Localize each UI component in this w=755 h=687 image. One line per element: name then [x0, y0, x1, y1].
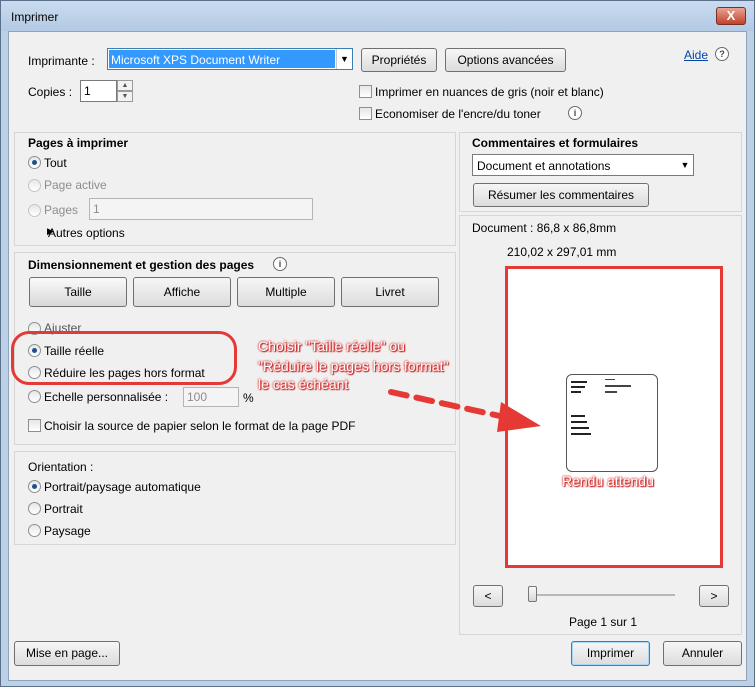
pages-all-label: Tout	[44, 156, 67, 170]
summarize-comments-button[interactable]: Résumer les commentaires	[473, 183, 649, 207]
tab-booklet[interactable]: Livret	[341, 277, 439, 307]
close-button[interactable]: X	[716, 7, 746, 25]
callout-text-line3: le cas échéant	[258, 376, 349, 392]
comments-selected-value: Document et annotations	[477, 159, 611, 173]
pages-range-input[interactable]: 1	[89, 198, 313, 220]
orientation-landscape-label: Paysage	[44, 524, 91, 538]
expected-render-label: Rendu attendu	[562, 473, 654, 489]
help-link[interactable]: Aide	[684, 48, 708, 62]
print-dialog: Imprimer X Imprimante : Microsoft XPS Do…	[0, 0, 755, 687]
grayscale-label: Imprimer en nuances de gris (noir et bla…	[375, 85, 604, 99]
paper-source-checkbox[interactable]	[28, 419, 41, 432]
printer-selected-value: Microsoft XPS Document Writer	[109, 50, 335, 68]
help-icon[interactable]: ?	[715, 47, 729, 61]
paper-source-label: Choisir la source de papier selon le for…	[44, 419, 356, 433]
printer-select[interactable]: Microsoft XPS Document Writer ▼	[107, 48, 353, 70]
callout-text-line2: "Réduire le pages hors format"	[258, 358, 449, 374]
previous-page-button[interactable]: <	[473, 585, 503, 607]
properties-button[interactable]: Propriétés	[361, 48, 437, 72]
advanced-options-button[interactable]: Options avancées	[445, 48, 566, 72]
tab-poster[interactable]: Affiche	[133, 277, 231, 307]
page-info-label: Page 1 sur 1	[569, 615, 638, 629]
chevron-down-icon: ▼	[680, 160, 690, 170]
next-page-button[interactable]: >	[699, 585, 729, 607]
title-bar: Imprimer X	[1, 1, 754, 31]
custom-scale-label: Echelle personnalisée :	[44, 390, 169, 404]
save-ink-checkbox[interactable]	[359, 107, 372, 120]
pages-all-radio[interactable]	[28, 156, 41, 169]
copies-down-icon[interactable]: ▼	[117, 91, 133, 102]
print-button[interactable]: Imprimer	[571, 641, 650, 666]
tab-size[interactable]: Taille	[29, 277, 127, 307]
orientation-landscape-radio[interactable]	[28, 524, 41, 537]
document-size-label: Document : 86,8 x 86,8mm	[472, 221, 617, 235]
orientation-heading: Orientation :	[28, 460, 94, 474]
orientation-portrait-radio[interactable]	[28, 502, 41, 515]
cancel-button[interactable]: Annuler	[663, 641, 742, 666]
pages-current-label: Page active	[44, 178, 107, 192]
window-title: Imprimer	[11, 10, 59, 24]
pages-heading: Pages à imprimer	[28, 136, 129, 150]
page-slider-track[interactable]	[529, 594, 675, 596]
comments-select[interactable]: Document et annotations ▼	[472, 154, 694, 176]
tab-multiple[interactable]: Multiple	[237, 277, 335, 307]
comments-heading: Commentaires et formulaires	[472, 136, 639, 150]
orientation-auto-radio[interactable]	[28, 480, 41, 493]
copies-up-icon[interactable]: ▲	[117, 80, 133, 91]
orientation-auto-label: Portrait/paysage automatique	[44, 480, 201, 494]
copies-label: Copies :	[28, 85, 73, 99]
custom-scale-input[interactable]: 100	[183, 387, 239, 407]
highlight-ellipse	[11, 331, 237, 385]
page-setup-button[interactable]: Mise en page...	[14, 641, 120, 666]
sizing-heading: Dimensionnement et gestion des pages	[28, 258, 255, 272]
pages-range-label: Pages	[44, 203, 79, 217]
dashed-arrow	[388, 389, 541, 432]
dialog-body: Imprimante : Microsoft XPS Document Writ…	[8, 31, 747, 681]
chevron-down-icon: ▼	[336, 49, 352, 69]
grayscale-checkbox[interactable]	[359, 85, 372, 98]
orientation-portrait-label: Portrait	[44, 502, 83, 516]
document-thumbnail	[566, 374, 658, 472]
copies-input[interactable]: 1	[80, 80, 117, 102]
printer-label: Imprimante :	[28, 54, 95, 68]
page-slider-handle[interactable]	[528, 586, 537, 602]
paper-size-label: 210,02 x 297,01 mm	[507, 245, 617, 259]
pages-range-radio[interactable]	[28, 204, 41, 217]
save-ink-label: Economiser de l'encre/du toner	[375, 107, 541, 121]
more-options-text[interactable]: Autres options	[48, 226, 125, 240]
pages-current-radio[interactable]	[28, 179, 41, 192]
info-icon[interactable]: i	[273, 257, 287, 271]
callout-text-line1: Choisir "Taille réelle" ou	[258, 338, 405, 354]
percent-label: %	[243, 391, 254, 405]
info-icon[interactable]: i	[568, 106, 582, 120]
custom-scale-radio[interactable]	[28, 390, 41, 403]
